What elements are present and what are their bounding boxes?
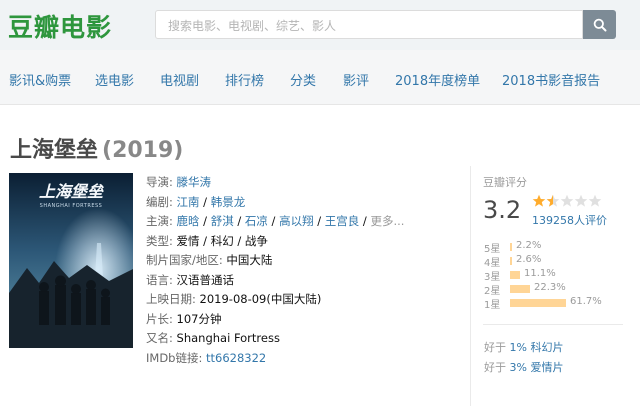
divider (483, 324, 623, 325)
search-icon (593, 18, 606, 31)
nav-tickets[interactable]: 影讯&购票 (9, 70, 71, 89)
rating-bar-row: 2星 22.3% (484, 282, 624, 297)
nav-annual-list[interactable]: 2018年度榜单 (395, 70, 480, 89)
rating-bar (510, 243, 512, 251)
release-label: 上映日期: (146, 292, 196, 306)
star-empty-icon (588, 194, 602, 207)
writer-link[interactable]: 江南 (177, 195, 200, 209)
douban-movie-logo[interactable]: 豆瓣电影 (8, 8, 112, 44)
nav-reviews[interactable]: 影评 (343, 70, 369, 89)
cast-label: 主演: (146, 214, 173, 228)
language-label: 语言: (146, 272, 173, 287)
rating-percent: 22.3% (534, 282, 566, 293)
cast-link[interactable]: 石凉 (245, 214, 268, 228)
rating-bar-row: 4星 2.6% (484, 254, 624, 269)
better-than-label: 好于 (484, 341, 506, 354)
nav-tv[interactable]: 电视剧 (160, 70, 199, 89)
rating-bar (510, 299, 566, 307)
writer-link[interactable]: 韩景龙 (211, 195, 246, 209)
nav-annual-report[interactable]: 2018书影音报告 (502, 70, 600, 89)
cast-link[interactable]: 高以翔 (279, 214, 314, 228)
country-value: 中国大陆 (226, 253, 273, 267)
rating-stars (532, 194, 602, 207)
country-label: 制片国家/地区: (146, 253, 223, 267)
cast-more-link[interactable]: 更多... (370, 214, 404, 228)
star-level-label: 3星 (484, 272, 501, 283)
star-level-label: 4星 (484, 258, 501, 269)
cast-link[interactable]: 鹿晗 (177, 214, 200, 228)
better-than-percent-link[interactable]: 1% (510, 341, 527, 354)
better-than-percent-link[interactable]: 3% (510, 361, 527, 374)
rating-bar-row: 3星 11.1% (484, 268, 624, 283)
runtime-value: 107分钟 (176, 311, 222, 326)
runtime-row: 片长: 107分钟 (146, 310, 446, 330)
rating-score: 3.2 (483, 196, 522, 224)
poster-subtitle: SHANGHAI FORTRESS (40, 203, 103, 209)
rating-bar (510, 257, 512, 265)
imdb-row: IMDb链接: tt6628322 (146, 349, 446, 369)
movie-poster[interactable]: 上海堡垒 SHANGHAI FORTRESS (9, 173, 133, 348)
language-row: 语言: 汉语普通话 (146, 271, 446, 291)
rating-percent: 2.6% (516, 254, 542, 265)
cast-link[interactable]: 舒淇 (211, 214, 234, 228)
better-than-row: 好于 1% 科幻片 (484, 339, 563, 355)
movie-year: (2019) (102, 138, 184, 163)
search-input[interactable]: 搜索电影、电视剧、综艺、影人 (155, 10, 583, 39)
star-level-label: 2星 (484, 286, 501, 297)
star-level-label: 5星 (484, 244, 501, 255)
rating-panel: 豆瓣评分 3.2 139258人评价 5星 2.2% 4星 2.6% 3星 11… (470, 166, 630, 406)
rating-percent: 61.7% (570, 296, 602, 307)
rating-bar-row: 1星 61.7% (484, 296, 624, 311)
main-nav: 影讯&购票 选电影 电视剧 排行榜 分类 影评 2018年度榜单 2018书影音… (0, 50, 640, 105)
rating-bar (510, 285, 530, 293)
better-than-label: 好于 (484, 361, 506, 374)
writer-label: 编剧: (146, 194, 173, 209)
runtime-label: 片长: (146, 311, 173, 326)
movie-info: 导演: 滕华涛 编剧: 江南 / 韩景龙 主演: 鹿晗 / 舒淇 / 石凉 / … (146, 173, 446, 368)
director-label: 导演: (146, 175, 173, 189)
imdb-label: IMDb链接: (146, 350, 203, 365)
aka-label: 又名: (146, 331, 173, 345)
better-than-category-link[interactable]: 科幻片 (530, 341, 563, 354)
imdb-link[interactable]: tt6628322 (206, 351, 266, 365)
star-icon (532, 194, 546, 207)
search-button[interactable] (583, 10, 616, 39)
cast-link[interactable]: 王宫良 (325, 214, 360, 228)
star-level-label: 1星 (484, 300, 501, 311)
poster-title: 上海堡垒 (39, 182, 104, 201)
star-half-icon (546, 194, 560, 207)
aka-value: Shanghai Fortress (176, 331, 280, 345)
nav-charts[interactable]: 排行榜 (225, 70, 264, 89)
writer-row: 编剧: 江南 / 韩景龙 (146, 194, 246, 209)
genre-label: 类型: (146, 233, 173, 248)
release-row: 上映日期: 2019-08-09(中国大陆) (146, 290, 446, 310)
rating-label: 豆瓣评分 (483, 176, 527, 189)
country-row: 制片国家/地区: 中国大陆 (146, 251, 446, 271)
star-empty-icon (560, 194, 574, 207)
rating-bar-row: 5星 2.2% (484, 240, 624, 255)
rating-votes-link[interactable]: 139258人评价 (532, 212, 607, 228)
genre-value: 爱情 / 科幻 / 战争 (176, 233, 268, 248)
header: 豆瓣电影 搜索电影、电视剧、综艺、影人 (0, 0, 640, 50)
language-value: 汉语普通话 (176, 272, 235, 287)
cast-row: 主演: 鹿晗 / 舒淇 / 石凉 / 高以翔 / 王宫良 / 更多... (146, 214, 405, 228)
star-empty-icon (574, 194, 588, 207)
release-value: 2019-08-09(中国大陆) (199, 292, 322, 306)
genre-row: 类型: 爱情 / 科幻 / 战争 (146, 232, 446, 252)
rating-bar (510, 271, 520, 279)
rating-percent: 2.2% (516, 240, 542, 251)
rating-percent: 11.1% (524, 268, 556, 279)
director-link[interactable]: 滕华涛 (177, 175, 212, 189)
nav-categories[interactable]: 分类 (290, 70, 316, 89)
page-title: 上海堡垒 (2019) (10, 132, 183, 164)
aka-row: 又名: Shanghai Fortress (146, 329, 446, 349)
director-row: 导演: 滕华涛 (146, 173, 446, 193)
movie-title: 上海堡垒 (10, 138, 99, 163)
better-than-category-link[interactable]: 爱情片 (530, 361, 563, 374)
nav-explore[interactable]: 选电影 (95, 70, 134, 89)
better-than-row: 好于 3% 爱情片 (484, 359, 563, 375)
